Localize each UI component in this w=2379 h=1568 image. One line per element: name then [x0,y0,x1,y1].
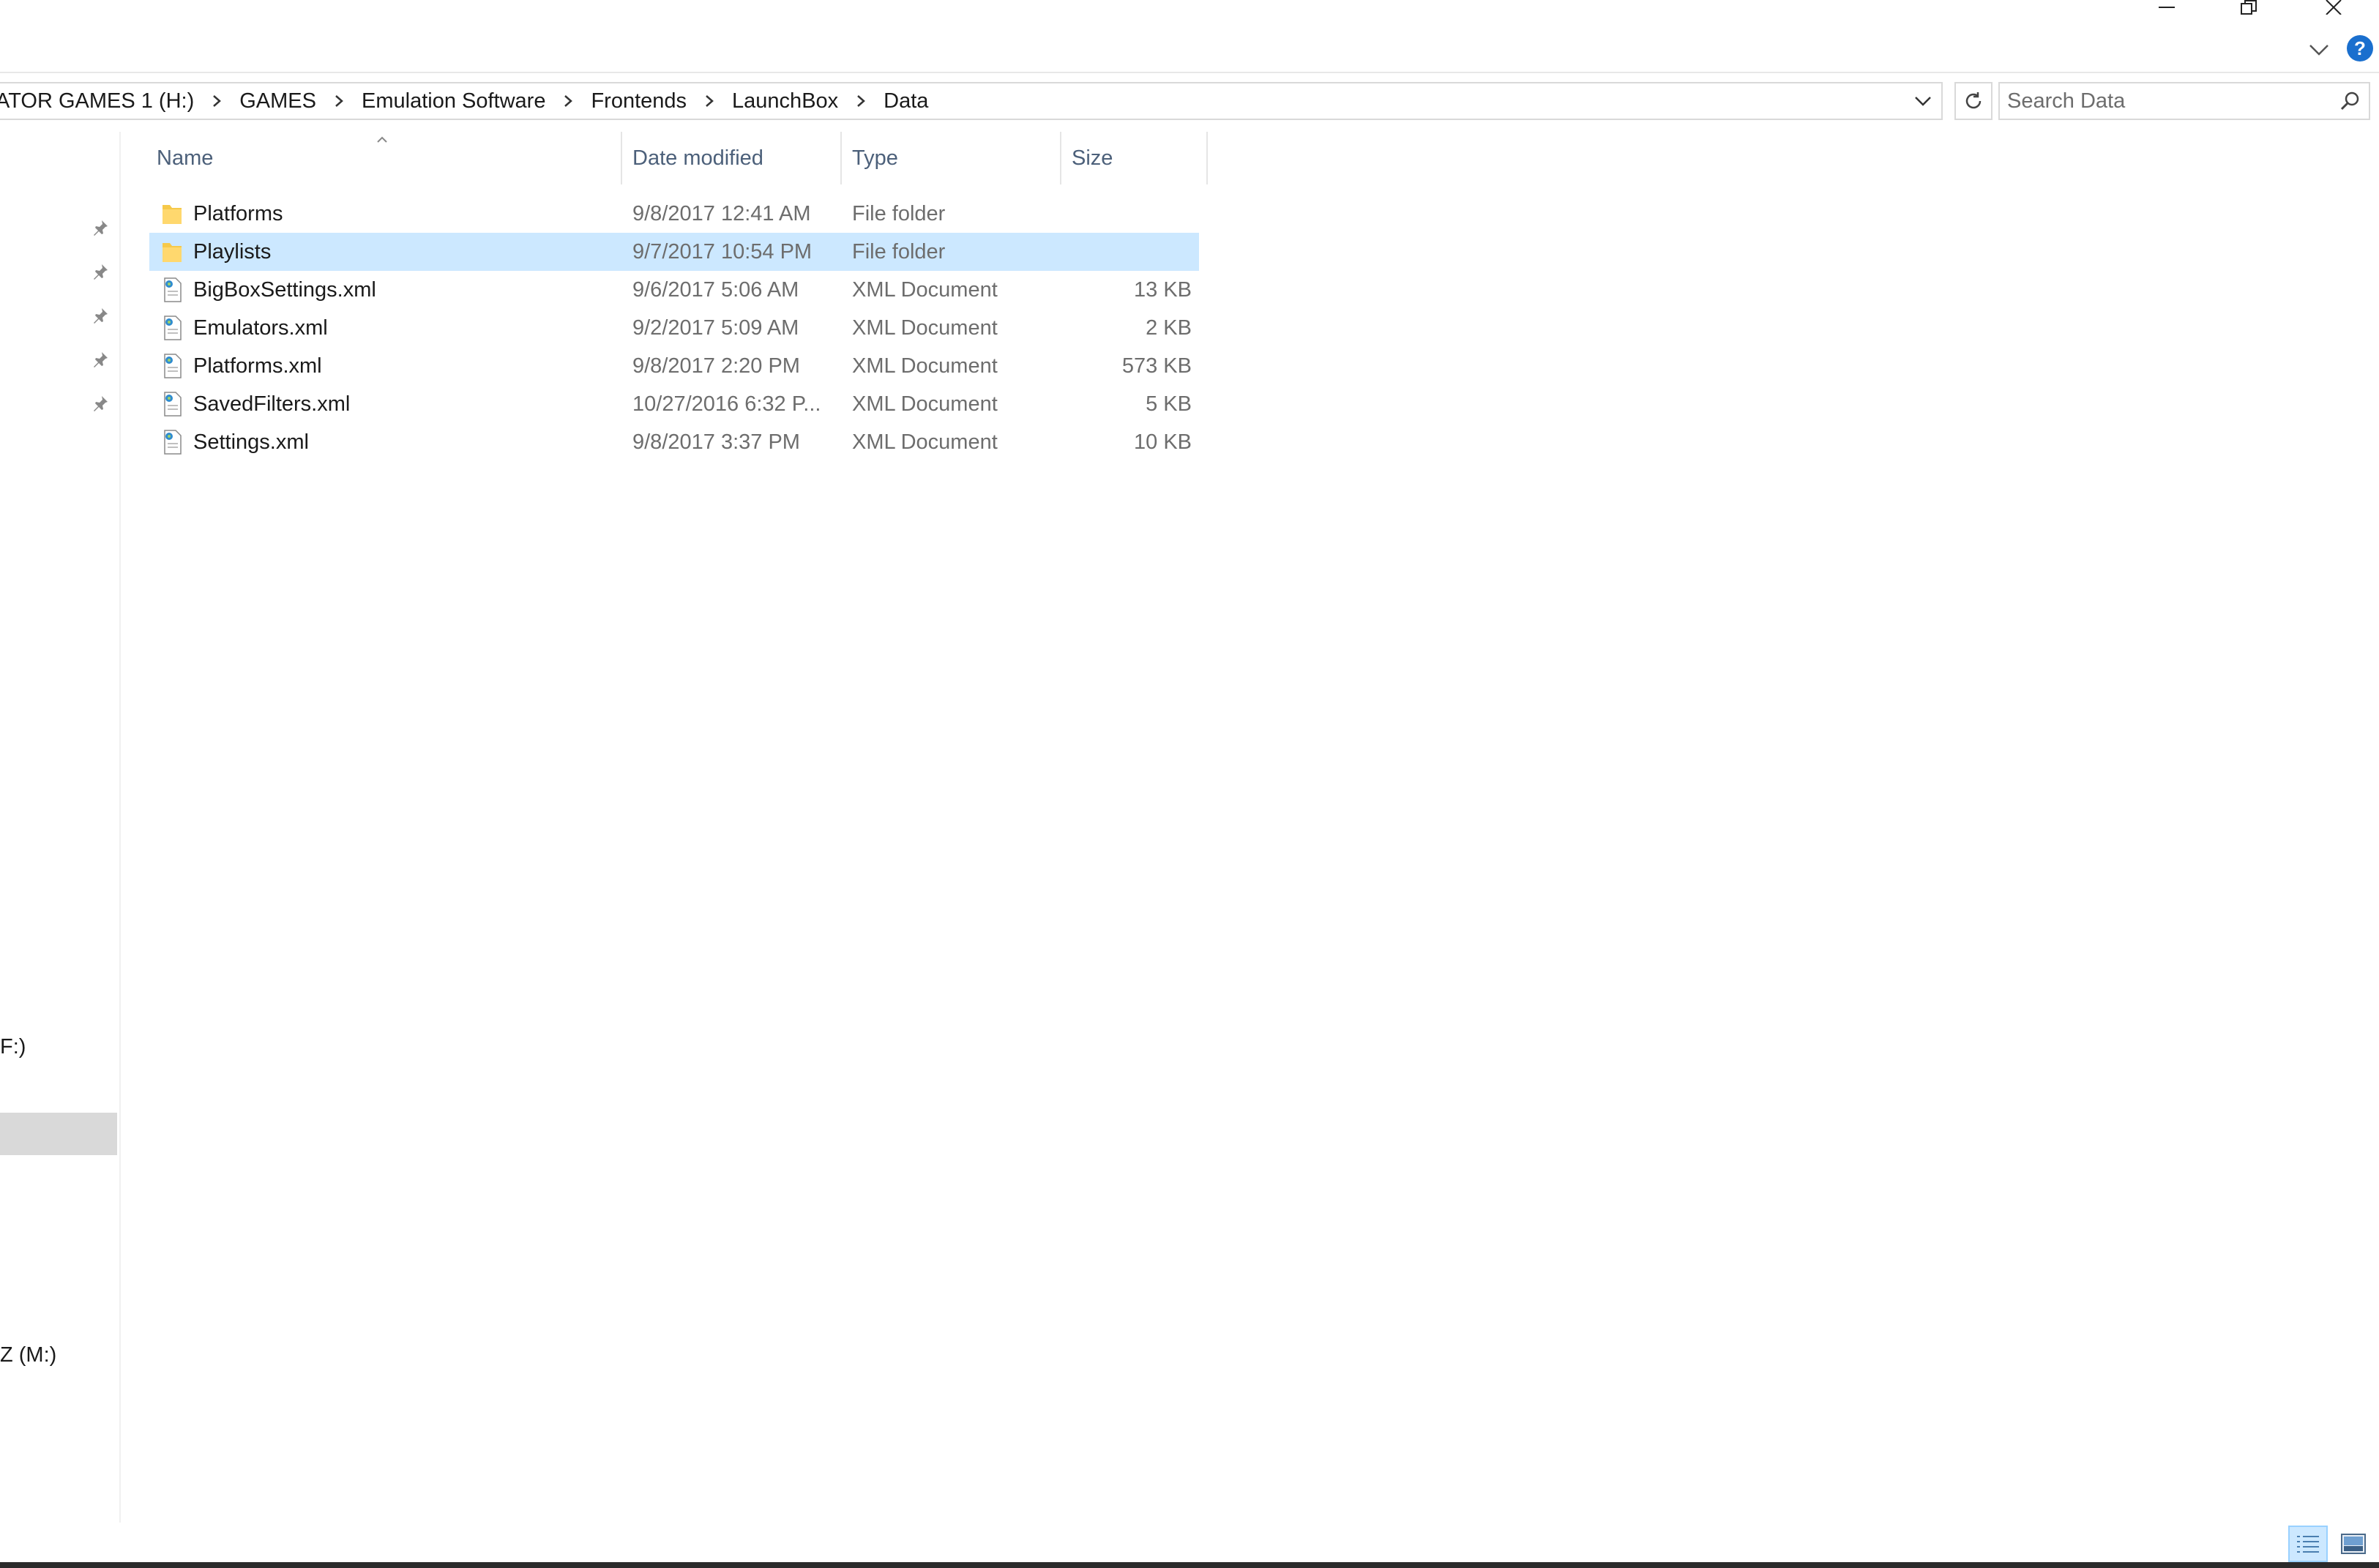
file-row-bigboxsettings-xml[interactable]: BigBoxSettings.xml 9/6/2017 5:06 AM XML … [149,271,1199,309]
status-bar [0,1523,2379,1568]
file-date: 9/7/2017 10:54 PM [632,239,813,264]
close-icon [2326,0,2342,15]
file-type: XML Document [852,316,998,340]
column-header-label: Type [852,146,898,170]
pin-icon[interactable] [89,348,111,370]
expand-ribbon-button[interactable] [2306,37,2332,63]
breadcrumb-frontends[interactable]: Frontends [586,89,691,113]
details-view-button[interactable] [2288,1526,2328,1562]
chevron-right-icon[interactable] [700,92,719,111]
file-date: 9/8/2017 2:20 PM [632,354,800,378]
breadcrumb: ATOR GAMES 1 (H:) GAMES Emulation Softwa… [0,83,1905,119]
close-button[interactable] [2312,0,2356,15]
file-name: Emulators.xml [193,316,328,340]
file-name: Settings.xml [193,430,309,454]
nav-pane-divider[interactable] [119,132,121,1523]
file-date: 9/8/2017 12:41 AM [632,201,811,225]
file-type: XML Document [852,430,998,454]
column-header-size[interactable]: Size [1061,132,1206,184]
breadcrumb-drive[interactable]: ATOR GAMES 1 (H:) [0,89,198,113]
sort-ascending-icon [377,136,387,143]
xml-document-icon [164,316,182,340]
ribbon-divider [0,72,2379,73]
address-bar[interactable]: ATOR GAMES 1 (H:) GAMES Emulation Softwa… [0,82,1943,120]
xml-document-icon [164,392,182,417]
chevron-right-icon[interactable] [559,92,578,111]
file-name: SavedFilters.xml [193,392,351,416]
column-header-label: Size [1072,146,1113,170]
chevron-down-icon [2309,45,2328,56]
file-date: 9/6/2017 5:06 AM [632,277,799,302]
column-header-label: Date modified [632,146,763,170]
chevron-right-icon[interactable] [851,92,870,111]
file-name: Playlists [193,239,272,264]
refresh-button[interactable] [1954,82,1993,120]
address-history-dropdown[interactable] [1905,83,1941,119]
minimize-button[interactable] [2145,0,2189,15]
file-size: 5 KB [1146,392,1192,416]
file-size: 10 KB [1134,430,1192,454]
breadcrumb-launchbox[interactable]: LaunchBox [728,89,843,113]
restore-icon [2241,0,2257,15]
minimize-icon [2159,7,2175,8]
file-row-platforms-folder[interactable]: Platforms 9/8/2017 12:41 AM File folder [149,195,1199,233]
file-type: XML Document [852,354,998,378]
large-icons-view-icon [2341,1534,2366,1554]
breadcrumb-games[interactable]: GAMES [235,89,321,113]
file-type: File folder [852,239,946,264]
pin-icon[interactable] [89,305,111,326]
breadcrumb-data[interactable]: Data [879,89,933,113]
chevron-right-icon[interactable] [329,92,348,111]
file-size: 13 KB [1134,277,1192,302]
search-icon[interactable] [2332,83,2369,119]
pin-icon[interactable] [89,217,111,239]
pin-icon[interactable] [89,392,111,414]
refresh-icon [1965,92,1982,109]
file-size: 2 KB [1146,316,1192,340]
details-view-icon [2297,1536,2319,1553]
file-date: 9/2/2017 5:09 AM [632,316,799,340]
xml-document-icon [164,277,182,302]
search-box[interactable] [1998,82,2370,120]
xml-document-icon [164,430,182,455]
chevron-down-icon [1915,97,1931,106]
file-row-emulators-xml[interactable]: Emulators.xml 9/2/2017 5:09 AM XML Docum… [149,309,1199,347]
file-name: Platforms [193,201,283,225]
breadcrumb-emulation-software[interactable]: Emulation Software [357,89,550,113]
column-header-label: Name [157,146,214,170]
folder-icon [163,243,182,262]
file-row-savedfilters-xml[interactable]: SavedFilters.xml 10/27/2016 6:32 P... XM… [149,385,1199,423]
file-type: File folder [852,201,946,225]
restore-button[interactable] [2227,0,2271,15]
file-row-playlists-folder[interactable]: Playlists 9/7/2017 10:54 PM File folder [149,233,1199,271]
column-header-date-modified[interactable]: Date modified [622,132,840,184]
file-type: XML Document [852,392,998,416]
chevron-right-icon[interactable] [207,92,226,111]
file-name: Platforms.xml [193,354,322,378]
nav-item-selected[interactable] [0,1113,117,1155]
taskbar-edge [0,1562,2379,1568]
search-input[interactable] [2000,88,2332,114]
file-date: 9/8/2017 3:37 PM [632,430,800,454]
help-button[interactable]: ? [2347,35,2373,61]
file-name: BigBoxSettings.xml [193,277,376,302]
file-row-platforms-xml[interactable]: Platforms.xml 9/8/2017 2:20 PM XML Docum… [149,347,1199,385]
pin-icon[interactable] [89,261,111,283]
nav-item-drive-f[interactable]: F:) [0,1035,26,1059]
file-size: 573 KB [1121,354,1192,378]
column-resize-handle[interactable] [1206,132,1208,184]
folder-icon [163,205,182,224]
navigation-pane[interactable] [0,132,120,1523]
file-type: XML Document [852,277,998,302]
column-header-type[interactable]: Type [842,132,1060,184]
large-icons-view-button[interactable] [2334,1526,2373,1562]
xml-document-icon [164,354,182,378]
file-date: 10/27/2016 6:32 P... [632,392,821,416]
file-row-settings-xml[interactable]: Settings.xml 9/8/2017 3:37 PM XML Docume… [149,423,1199,461]
nav-item-drive-m[interactable]: Z (M:) [0,1343,56,1367]
